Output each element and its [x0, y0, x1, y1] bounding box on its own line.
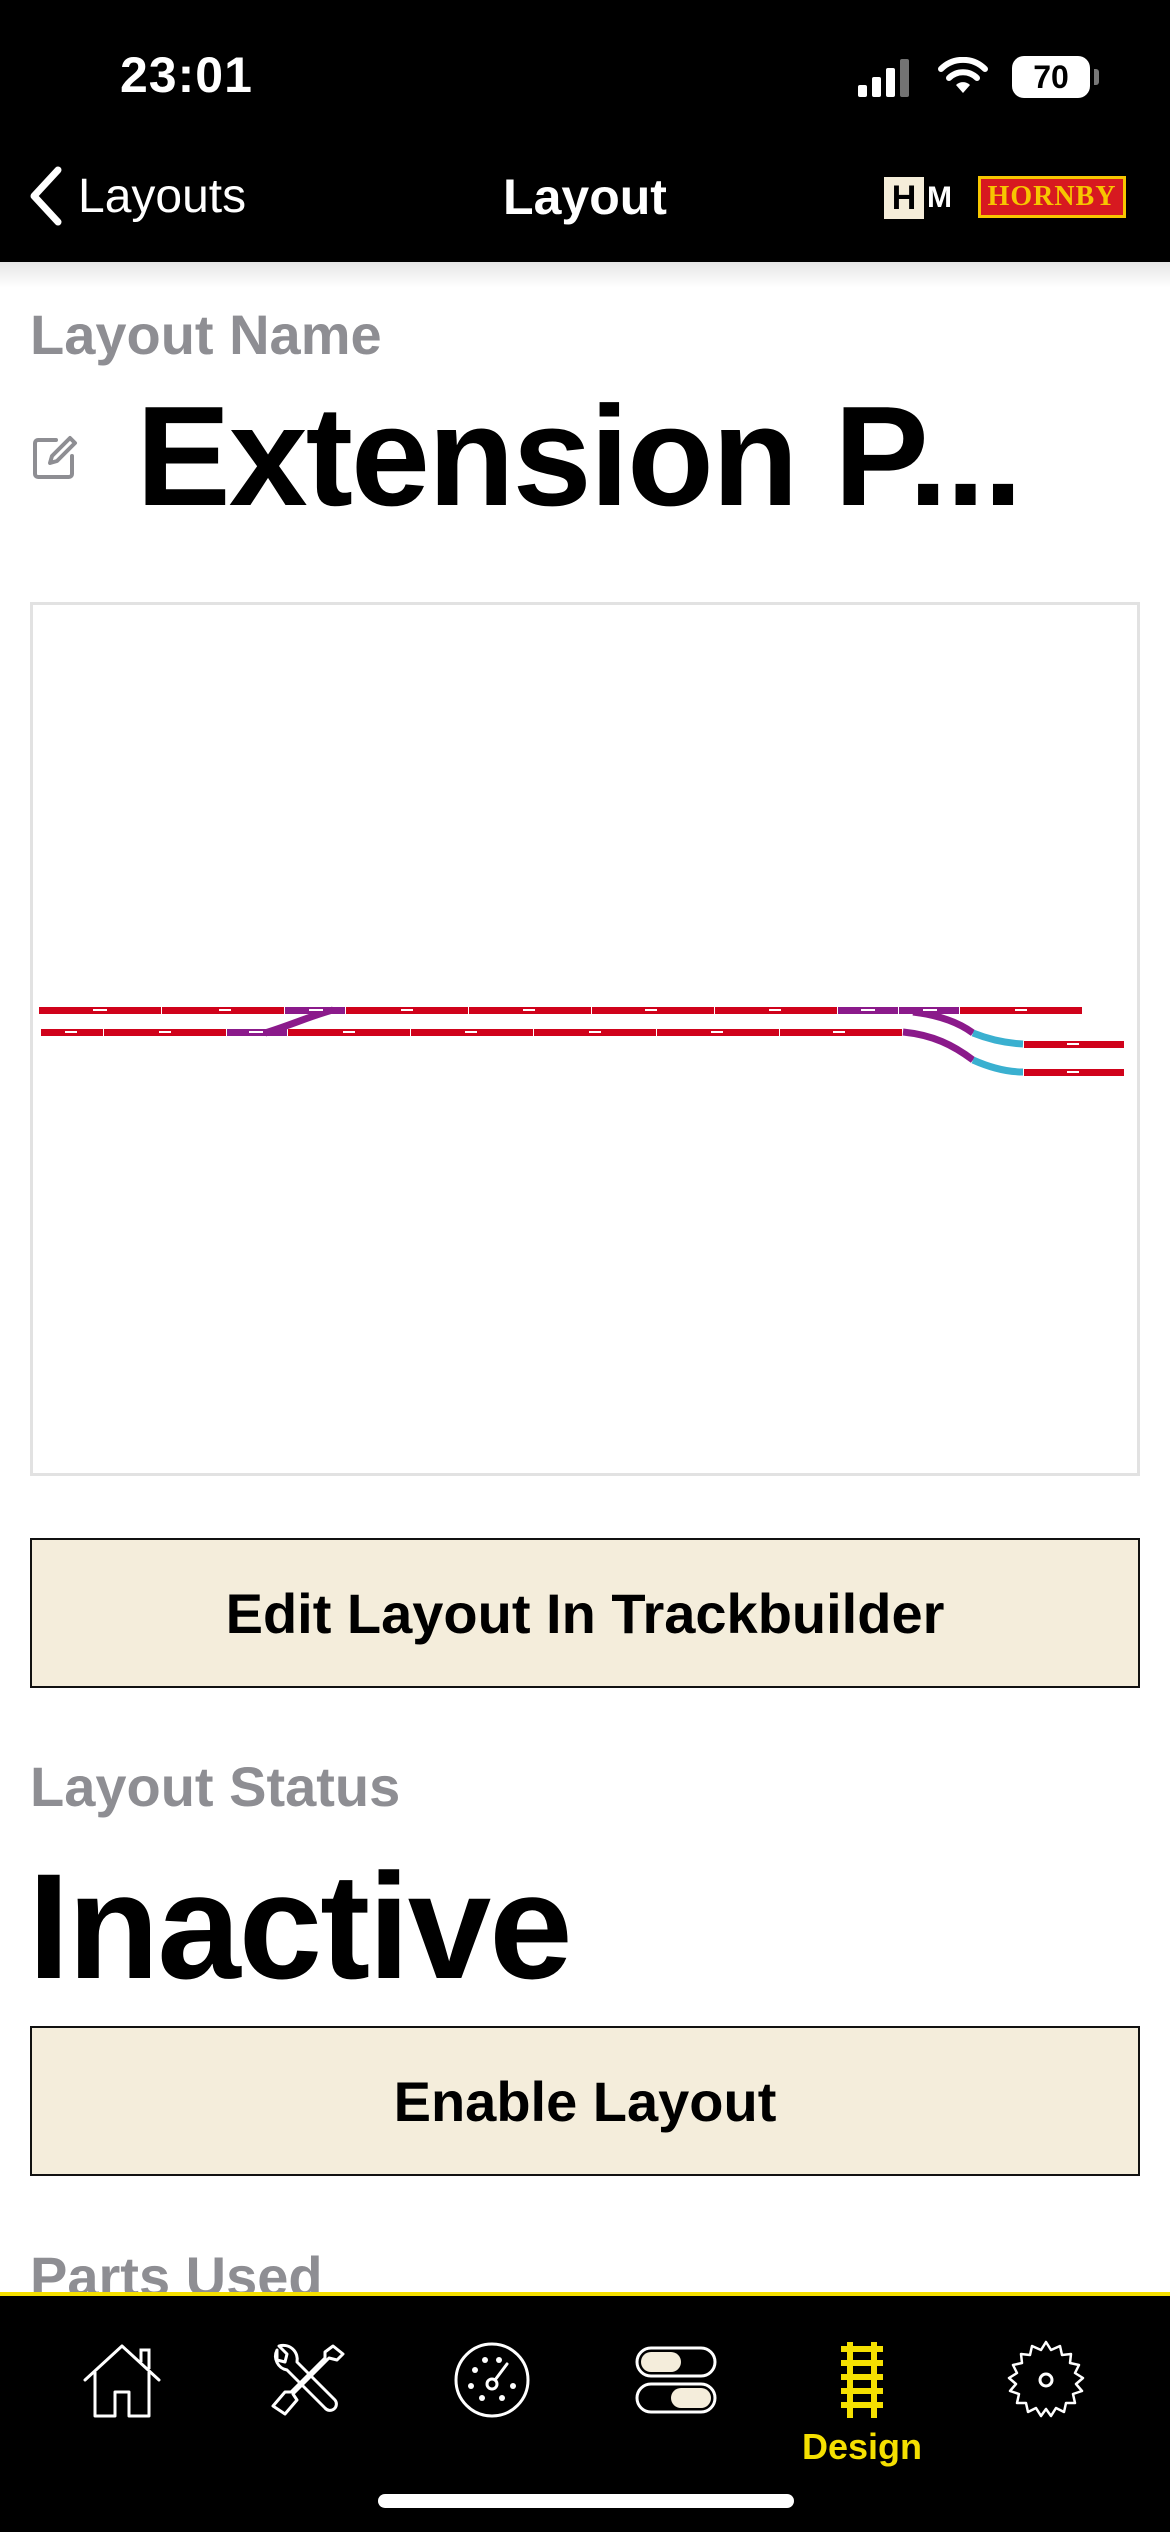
- status-icons: 70: [858, 52, 1099, 102]
- hm-logo-h: H: [884, 177, 924, 219]
- back-button[interactable]: Layouts: [26, 164, 246, 228]
- tab-bar: Design: [0, 2292, 1170, 2532]
- edit-icon[interactable]: [30, 432, 80, 482]
- toggles-icon: [635, 2346, 717, 2414]
- speedometer-icon: [454, 2342, 530, 2418]
- layout-name-label: Layout Name: [30, 303, 382, 366]
- gear-icon: [1007, 2340, 1085, 2418]
- hm-logo-m: M: [927, 181, 952, 214]
- house-icon: [83, 2344, 161, 2418]
- tab-settings[interactable]: [976, 2340, 1116, 2490]
- layout-status-value: Inactive: [28, 1842, 573, 2010]
- edit-in-trackbuilder-button[interactable]: Edit Layout In Trackbuilder: [30, 1538, 1140, 1688]
- hornby-logo: HORNBY: [978, 176, 1126, 218]
- parts-used-label: Parts Used: [30, 2245, 323, 2292]
- track-piece-ticks: [65, 1009, 1079, 1073]
- layout-name: Extension P...: [136, 377, 1023, 536]
- track-point-diverge: [902, 1028, 976, 1063]
- track-curve: [971, 1056, 1024, 1076]
- layout-detail-content[interactable]: Layout Name Extension P... Edit Layout I…: [0, 262, 1170, 2292]
- track-layout-preview[interactable]: [30, 602, 1140, 1476]
- tab-design[interactable]: Design: [792, 2340, 932, 2490]
- enable-layout-button[interactable]: Enable Layout: [30, 2026, 1140, 2176]
- layout-name-row: Extension P...: [30, 377, 1023, 536]
- cellular-signal-icon: [858, 59, 909, 97]
- battery-level: 70: [1033, 58, 1069, 95]
- tab-home[interactable]: [52, 2340, 192, 2490]
- tab-tools[interactable]: [236, 2340, 376, 2490]
- home-indicator[interactable]: [378, 2494, 794, 2508]
- back-label: Layouts: [78, 169, 247, 223]
- tab-controls[interactable]: [606, 2340, 746, 2490]
- hm-logo: H M: [884, 176, 956, 220]
- tab-speed[interactable]: [422, 2340, 562, 2490]
- tab-design-label: Design: [801, 2426, 923, 2467]
- wrench-screwdriver-icon: [271, 2343, 345, 2416]
- status-time: 23:01: [120, 47, 253, 103]
- track-curve: [971, 1029, 1024, 1048]
- page-title: Layout: [503, 169, 667, 225]
- track-diagram: [39, 1006, 1124, 1076]
- chevron-left-icon: [30, 166, 62, 226]
- hornby-logo-text: HORNBY: [987, 181, 1117, 212]
- top-bar: 23:01 70 Layouts Layout H M HORNBY: [0, 0, 1170, 262]
- battery-icon: 70: [1012, 56, 1099, 98]
- track-icon: [841, 2342, 883, 2418]
- battery-cap: [1094, 69, 1099, 85]
- layout-status-label: Layout Status: [30, 1755, 401, 1818]
- wifi-icon: [938, 57, 988, 93]
- track-point-diverge: [912, 1008, 976, 1036]
